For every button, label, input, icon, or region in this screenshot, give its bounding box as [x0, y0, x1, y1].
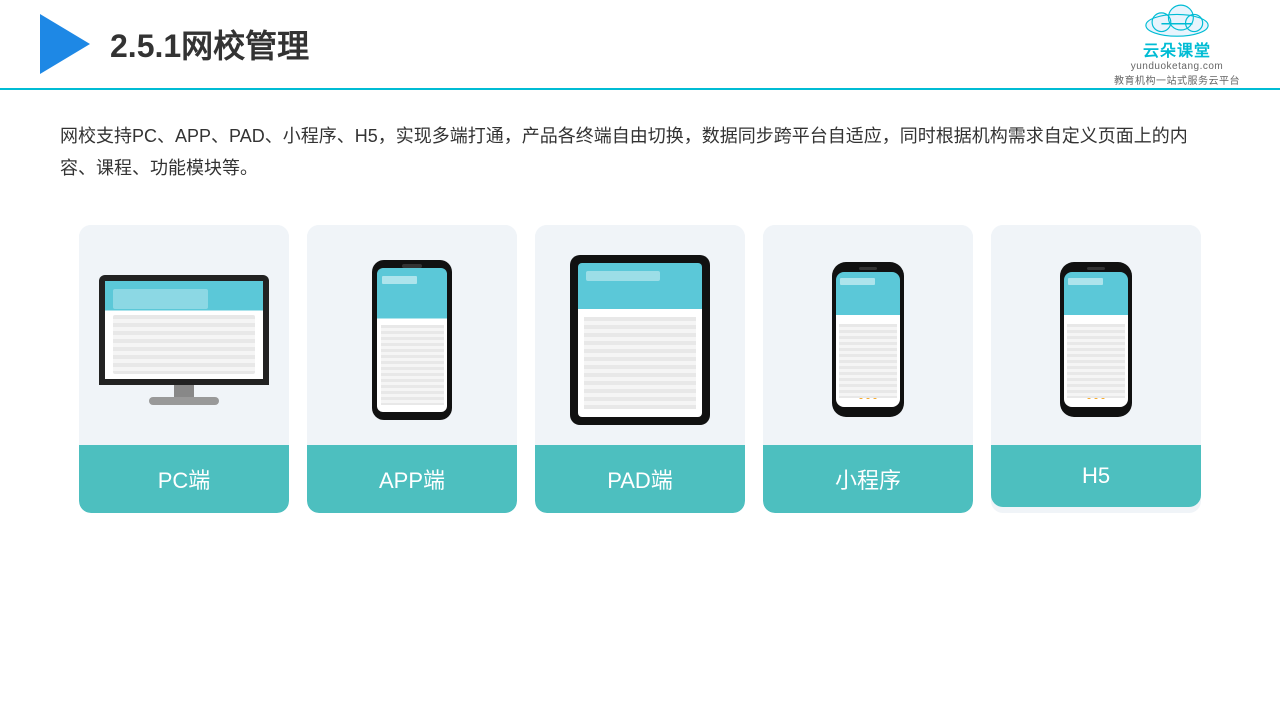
phone-icon — [372, 260, 452, 420]
screen-dots — [403, 400, 421, 404]
card-pc[interactable]: PC端 — [79, 225, 289, 513]
thin-phone-screen-1 — [836, 272, 900, 407]
brand-text-url: yunduoketang.com — [1131, 61, 1224, 72]
cloud-icon — [1137, 2, 1217, 37]
card-app[interactable]: APP端 — [307, 225, 517, 513]
brand-text-main: 云朵课堂 — [1143, 37, 1211, 61]
card-pad[interactable]: PAD端 — [535, 225, 745, 513]
card-app-label: APP端 — [307, 445, 517, 513]
card-app-image — [307, 225, 517, 445]
logo-triangle — [40, 14, 90, 74]
card-h5-image — [991, 225, 1201, 445]
card-pc-image — [79, 225, 289, 445]
card-pad-label: PAD端 — [535, 445, 745, 513]
tablet-screen — [578, 263, 702, 417]
brand-logo: 云朵课堂 yunduoketang.com 教育机构一站式服务云平台 — [1114, 2, 1240, 87]
header: 2.5.1网校管理 云朵课堂 yunduoketang.com 教育机构一站式服… — [0, 0, 1280, 90]
thin-phone-icon-1 — [832, 262, 904, 417]
card-pad-image — [535, 225, 745, 445]
screen-dots-3 — [1087, 395, 1105, 399]
pc-monitor-icon — [99, 275, 269, 405]
page-title: 2.5.1网校管理 — [110, 21, 309, 67]
thin-phone-icon-2 — [1060, 262, 1132, 417]
phone-screen — [377, 268, 447, 412]
card-h5-label: H5 — [991, 445, 1201, 507]
card-miniapp-image — [763, 225, 973, 445]
description-text: 网校支持PC、APP、PAD、小程序、H5，实现多端打通，产品各终端自由切换，数… — [60, 120, 1220, 185]
card-miniapp-label: 小程序 — [763, 445, 973, 513]
screen-dots-2 — [859, 395, 877, 399]
card-pc-label: PC端 — [79, 445, 289, 513]
cards-container: PC端 APP端 PAD端 — [60, 225, 1220, 513]
thin-phone-screen-2 — [1064, 272, 1128, 407]
brand-slogan: 教育机构一站式服务云平台 — [1114, 72, 1240, 87]
tablet-icon — [570, 255, 710, 425]
card-miniapp[interactable]: 小程序 — [763, 225, 973, 513]
card-h5[interactable]: H5 — [991, 225, 1201, 513]
main-content: 网校支持PC、APP、PAD、小程序、H5，实现多端打通，产品各终端自由切换，数… — [0, 100, 1280, 533]
